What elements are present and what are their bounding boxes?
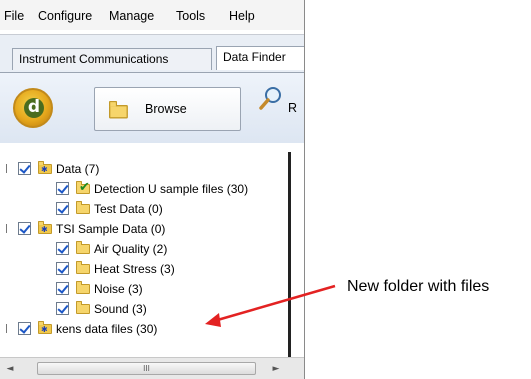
tree-item-label: Noise (3) xyxy=(94,282,143,296)
horizontal-scrollbar[interactable]: ◄ III ► xyxy=(0,357,304,379)
tree-item-label: Test Data (0) xyxy=(94,202,163,216)
tree-item-label: Data (7) xyxy=(56,162,100,176)
menu-configure[interactable]: Configure xyxy=(38,9,92,23)
folder-icon xyxy=(76,301,90,314)
expander[interactable] xyxy=(6,224,10,233)
toolbar: d Browse R xyxy=(0,72,304,143)
data-tree: Data (7) ✔ Detection U sample files (30)… xyxy=(0,152,304,357)
browse-button[interactable]: Browse xyxy=(94,87,241,131)
open-folder-icon xyxy=(109,100,128,119)
annotation-label: New folder with files xyxy=(347,278,490,295)
tree-item-label: TSI Sample Data (0) xyxy=(56,222,166,236)
tab-instrument-communications[interactable]: Instrument Communications xyxy=(12,48,212,70)
tab-bar: Instrument Communications Data Finder xyxy=(0,34,304,73)
checkbox[interactable] xyxy=(18,322,31,335)
tree-item-label: Detection U sample files (30) xyxy=(94,182,249,196)
tree-item-label: Sound (3) xyxy=(94,302,147,316)
vertical-scrollbar[interactable] xyxy=(288,152,291,357)
checkbox[interactable] xyxy=(56,262,69,275)
tree-item-label: Heat Stress (3) xyxy=(94,262,175,276)
expander[interactable] xyxy=(6,164,10,173)
checkbox[interactable] xyxy=(56,202,69,215)
scroll-right-arrow-icon[interactable]: ► xyxy=(270,363,282,375)
checkbox[interactable] xyxy=(18,162,31,175)
folder-check-icon: ✔ xyxy=(76,180,90,195)
menu-bar: File Configure Manage Tools Help xyxy=(0,0,304,30)
checkbox[interactable] xyxy=(56,302,69,315)
checkbox[interactable] xyxy=(56,242,69,255)
app-logo-button[interactable]: d xyxy=(13,88,53,128)
checkbox[interactable] xyxy=(56,282,69,295)
application-window: File Configure Manage Tools Help Instrum… xyxy=(0,0,305,379)
checkbox[interactable] xyxy=(56,182,69,195)
scroll-left-arrow-icon[interactable]: ◄ xyxy=(4,363,16,375)
tree-item-label: Air Quality (2) xyxy=(94,242,168,256)
menu-help[interactable]: Help xyxy=(229,9,255,23)
logo-letter: d xyxy=(24,98,44,118)
folder-icon xyxy=(76,281,90,294)
search-icon[interactable] xyxy=(259,86,283,110)
scroll-thumb[interactable]: III xyxy=(37,362,256,375)
special-folder-icon xyxy=(38,221,52,239)
tree-item-label: kens data files (30) xyxy=(56,322,158,336)
menu-manage[interactable]: Manage xyxy=(109,9,154,23)
browse-label: Browse xyxy=(145,102,187,116)
special-folder-icon xyxy=(38,321,52,339)
tab-data-finder[interactable]: Data Finder xyxy=(216,46,304,70)
expander[interactable] xyxy=(6,324,10,333)
folder-icon xyxy=(76,241,90,254)
folder-icon xyxy=(76,261,90,274)
checkbox[interactable] xyxy=(18,222,31,235)
special-folder-icon xyxy=(38,161,52,179)
menu-tools[interactable]: Tools xyxy=(176,9,205,23)
truncated-button-label[interactable]: R xyxy=(288,101,297,115)
folder-icon xyxy=(76,201,90,214)
menu-file[interactable]: File xyxy=(4,9,24,23)
